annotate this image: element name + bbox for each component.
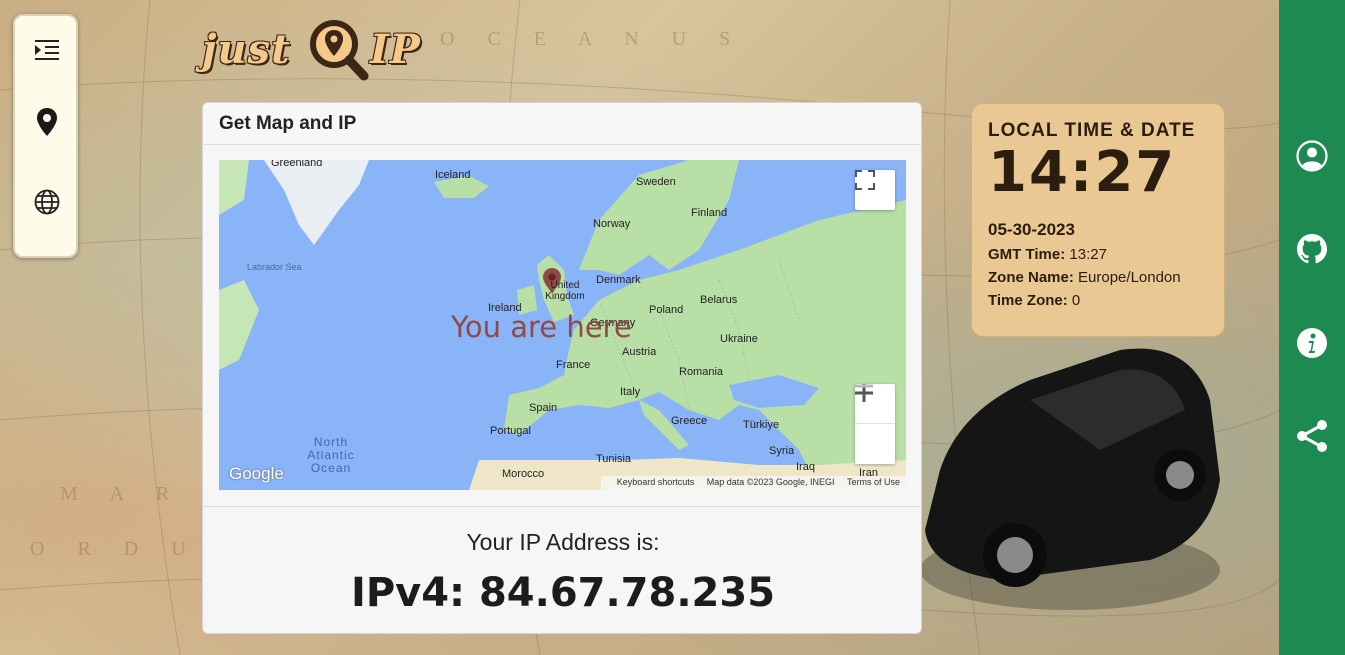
map-label-sweden: Sweden bbox=[636, 176, 676, 188]
github-icon[interactable] bbox=[1295, 232, 1329, 266]
map-label-greece: Greece bbox=[671, 415, 708, 427]
svg-text:O C E A N U S: O C E A N U S bbox=[440, 28, 744, 50]
map-data-text: Map data ©2023 Google, INEGI bbox=[706, 477, 835, 487]
fullscreen-icon bbox=[855, 170, 875, 190]
time-zone-row: Time Zone: 0 bbox=[988, 292, 1208, 309]
map-footer: Keyboard shortcuts Map data ©2023 Google… bbox=[600, 476, 906, 490]
gmt-time-value: 13:27 bbox=[1069, 246, 1107, 263]
minus-icon bbox=[855, 384, 873, 388]
map-label-denmark: Denmark bbox=[596, 274, 641, 286]
user-icon[interactable] bbox=[1295, 139, 1329, 173]
google-map[interactable]: Greenland Iceland Sweden Finland Norway … bbox=[219, 160, 906, 490]
map-label-poland: Poland bbox=[649, 304, 684, 316]
time-zone-label: Time Zone: bbox=[988, 292, 1068, 309]
fullscreen-button[interactable] bbox=[855, 170, 895, 210]
map-label-north-atlantic-ocean: North Atlantic Ocean bbox=[307, 435, 355, 475]
globe-icon[interactable] bbox=[33, 188, 61, 216]
right-sidebar bbox=[1279, 0, 1345, 655]
map-label-austria: Austria bbox=[622, 346, 657, 358]
map-pin-icon[interactable] bbox=[33, 108, 61, 136]
share-icon[interactable] bbox=[1295, 419, 1329, 453]
gmt-time-row: GMT Time: 13:27 bbox=[988, 246, 1208, 263]
map-label-united-kingdom: United Kingdom bbox=[545, 280, 585, 302]
zone-name-label: Zone Name: bbox=[988, 269, 1074, 286]
local-date-value: 05-30-2023 bbox=[988, 220, 1075, 239]
local-time-value: 14:27 bbox=[988, 140, 1177, 205]
map-label-norway: Norway bbox=[593, 218, 631, 230]
info-icon[interactable] bbox=[1295, 326, 1329, 360]
map-label-morocco: Morocco bbox=[502, 468, 545, 480]
google-logo[interactable]: Google bbox=[229, 464, 284, 484]
ip-address-value: IPv4: 84.67.78.235 bbox=[350, 570, 776, 616]
zoom-in-button[interactable] bbox=[855, 384, 895, 424]
menu-indent-icon[interactable] bbox=[33, 36, 61, 64]
logo[interactable]: just IP bbox=[202, 18, 432, 88]
gmt-time-label: GMT Time: bbox=[988, 246, 1066, 263]
local-time-card: LOCAL TIME & DATE 14:27 05-30-2023 GMT T… bbox=[971, 103, 1225, 337]
map-label-romania: Romania bbox=[679, 366, 724, 378]
zone-name-row: Zone Name: Europe/London bbox=[988, 269, 1208, 286]
terms-of-use-link[interactable]: Terms of Use bbox=[847, 477, 900, 487]
map-label-greenland: Greenland bbox=[271, 160, 323, 169]
map-label-italy: Italy bbox=[620, 386, 641, 398]
zoom-controls bbox=[855, 384, 895, 464]
map-label-finland: Finland bbox=[691, 207, 728, 219]
logo-text-ip: IP bbox=[370, 26, 421, 73]
ip-section: Your IP Address is: IPv4: 84.67.78.235 bbox=[203, 506, 921, 633]
map-label-turkiye: Türkiye bbox=[743, 419, 780, 431]
map-label-iraq: Iraq bbox=[796, 461, 815, 473]
map-label-belarus: Belarus bbox=[700, 294, 738, 306]
map-label-spain: Spain bbox=[529, 402, 558, 414]
ip-title: Your IP Address is: bbox=[466, 529, 660, 555]
time-card-heading: LOCAL TIME & DATE bbox=[988, 120, 1196, 141]
map-label-tunisia: Tunisia bbox=[596, 453, 632, 465]
time-zone-value: 0 bbox=[1071, 292, 1081, 309]
zone-name-value: Europe/London bbox=[1078, 269, 1181, 286]
magnifier-pin-icon bbox=[308, 18, 370, 86]
map-label-labrador-sea: Labrador Sea bbox=[247, 262, 302, 272]
map-label-syria: Syria bbox=[769, 445, 795, 457]
card-title: Get Map and IP bbox=[203, 103, 921, 145]
left-sidebar bbox=[13, 14, 78, 258]
keyboard-shortcuts-link[interactable]: Keyboard shortcuts bbox=[617, 477, 695, 487]
map-ip-card: Get Map and IP Greenland Iceland Sweden … bbox=[202, 102, 922, 634]
map-label-ukraine: Ukraine bbox=[720, 333, 758, 345]
map-label-portugal: Portugal bbox=[490, 425, 531, 437]
logo-text-just: just bbox=[202, 26, 291, 73]
map-label-iceland: Iceland bbox=[435, 169, 471, 181]
zoom-out-button[interactable] bbox=[855, 384, 895, 464]
map-label-france: France bbox=[556, 359, 591, 371]
you-are-here-label: You are here bbox=[451, 310, 632, 344]
